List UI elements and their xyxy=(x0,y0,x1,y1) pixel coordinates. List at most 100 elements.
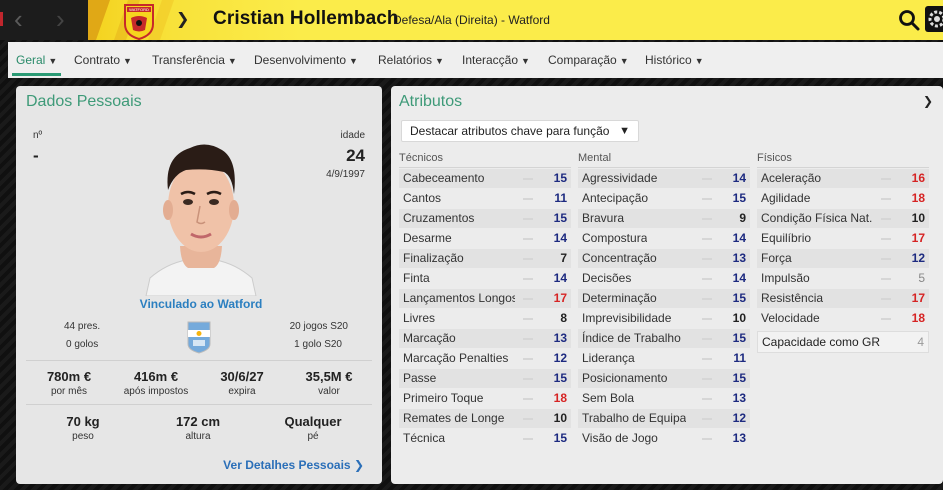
attribute-row[interactable]: Compostura 14 xyxy=(578,229,750,248)
tab-desenvolvimento[interactable]: Desenvolvimento ▼ xyxy=(254,42,358,78)
attribute-row[interactable]: Impulsão 5 xyxy=(757,269,929,288)
attribute-row[interactable]: Trabalho de Equipa 12 xyxy=(578,409,750,428)
attribute-change-indicator xyxy=(702,398,712,400)
attribute-name: Determinação xyxy=(582,291,657,305)
tab-comparacao[interactable]: Comparação ▼ xyxy=(548,42,629,78)
attribute-row[interactable]: Aceleração 16 xyxy=(757,169,929,188)
tab-interaccao[interactable]: Interacção ▼ xyxy=(462,42,530,78)
tab-historico[interactable]: Histórico ▼ xyxy=(645,42,704,78)
attribute-value: 15 xyxy=(732,291,746,305)
attribute-row[interactable]: Determinação 15 xyxy=(578,289,750,308)
attribute-change-indicator xyxy=(523,398,533,400)
settings-button[interactable] xyxy=(925,6,943,32)
tab-geral[interactable]: Geral ▼ xyxy=(11,42,62,78)
attribute-name: Decisões xyxy=(582,271,632,285)
attribute-row[interactable]: Resistência 17 xyxy=(757,289,929,308)
tab-transferencia[interactable]: Transferência ▼ xyxy=(152,42,237,78)
attribute-value: 11 xyxy=(554,191,567,205)
birth-date: 4/9/1997 xyxy=(326,169,365,180)
attribute-value: 10 xyxy=(911,211,925,225)
weight-label: peso xyxy=(72,431,94,442)
attribute-change-indicator xyxy=(523,218,533,220)
attribute-row[interactable]: Visão de Jogo 13 xyxy=(578,429,750,448)
chevron-down-icon: ▼ xyxy=(123,56,132,66)
attribute-change-indicator xyxy=(523,198,533,200)
wage-label: por mês xyxy=(50,386,88,397)
argentina-flag-icon[interactable] xyxy=(186,320,212,354)
attribute-row[interactable]: Finta 14 xyxy=(399,269,571,288)
column-heading-technical: Técnicos xyxy=(399,152,444,164)
attribute-value: 14 xyxy=(732,171,746,185)
attribute-name: Remates de Longe xyxy=(403,411,505,425)
attribute-row[interactable]: Cabeceamento 15 xyxy=(399,169,571,188)
attribute-change-indicator xyxy=(523,358,533,360)
tab-label: Transferência xyxy=(152,53,225,67)
back-arrow-icon[interactable]: ‹ xyxy=(14,6,38,32)
attribute-row[interactable]: Liderança 11 xyxy=(578,349,750,368)
attribute-row[interactable]: Força 12 xyxy=(757,249,929,268)
personal-details-panel: Dados Pessoais nº - idade 24 4/9/1997 Vi… xyxy=(16,86,382,484)
attribute-row[interactable]: Cruzamentos 15 xyxy=(399,209,571,228)
club-switch-chevron-icon[interactable]: ❯ xyxy=(176,9,189,29)
attribute-row[interactable]: Agilidade 18 xyxy=(757,189,929,208)
attribute-row[interactable]: Primeiro Toque 18 xyxy=(399,389,571,408)
chevron-down-icon: ▼ xyxy=(435,56,444,66)
attribute-value: 10 xyxy=(553,411,567,425)
tab-relatorios[interactable]: Relatórios ▼ xyxy=(378,42,444,78)
chevron-down-icon: ▼ xyxy=(619,56,629,66)
attribute-row[interactable]: Livres 8 xyxy=(399,309,571,328)
contract-club-link[interactable]: Vinculado ao Watford xyxy=(116,297,286,311)
attribute-row[interactable]: Equilíbrio 17 xyxy=(757,229,929,248)
attribute-row[interactable]: Condição Física Nat... 10 xyxy=(757,209,929,228)
tab-bar: Geral ▼ Contrato ▼ Transferência ▼ Desenvol… xyxy=(8,42,943,78)
attribute-change-indicator xyxy=(523,378,533,380)
attribute-value: 8 xyxy=(560,311,567,325)
attribute-name: Índice de Trabalho xyxy=(582,331,681,345)
attribute-row[interactable]: Posicionamento 15 xyxy=(578,369,750,388)
view-personal-details-link[interactable]: Ver Detalhes Pessoais ❯ xyxy=(223,458,364,472)
attribute-row[interactable]: Remates de Longe 10 xyxy=(399,409,571,428)
attribute-row[interactable]: Passe 15 xyxy=(399,369,571,388)
search-icon[interactable] xyxy=(897,8,921,32)
attribute-row[interactable]: Lançamentos Longos 17 xyxy=(399,289,571,308)
player-position-club[interactable]: Defesa/Ala (Direita) - Watford xyxy=(393,13,550,27)
attribute-row[interactable]: Marcação 13 xyxy=(399,329,571,348)
attribute-name: Desarme xyxy=(403,231,452,245)
attribute-name: Bravura xyxy=(582,211,625,225)
attribute-name: Equilíbrio xyxy=(761,231,812,245)
attribute-row[interactable]: Sem Bola 13 xyxy=(578,389,750,408)
attribute-change-indicator xyxy=(523,298,533,300)
attribute-row[interactable]: Imprevisibilidade 10 xyxy=(578,309,750,328)
chevron-down-icon: ▼ xyxy=(349,56,358,66)
attribute-row[interactable]: Desarme 14 xyxy=(399,229,571,248)
attribute-row[interactable]: Cantos 11 xyxy=(399,189,571,208)
attribute-row[interactable]: Velocidade 18 xyxy=(757,309,929,328)
goalkeeping-ability-row[interactable]: Capacidade como GR 4 xyxy=(757,331,929,353)
attribute-row[interactable]: Marcação Penalties 12 xyxy=(399,349,571,368)
attribute-change-indicator xyxy=(523,318,533,320)
attribute-change-indicator xyxy=(881,218,891,220)
attribute-change-indicator xyxy=(702,358,712,360)
attribute-change-indicator xyxy=(702,258,712,260)
attribute-row[interactable]: Concentração 13 xyxy=(578,249,750,268)
attribute-change-indicator xyxy=(702,218,712,220)
attribute-name: Velocidade xyxy=(761,311,820,325)
attribute-row[interactable]: Técnica 15 xyxy=(399,429,571,448)
attribute-row[interactable]: Finalização 7 xyxy=(399,249,571,268)
attribute-name: Cruzamentos xyxy=(403,211,475,225)
attribute-name: Aceleração xyxy=(761,171,822,185)
attribute-name: Agressividade xyxy=(582,171,658,185)
chevron-down-icon[interactable]: ❯ xyxy=(923,94,933,108)
attribute-row[interactable]: Antecipação 15 xyxy=(578,189,750,208)
attribute-row[interactable]: Índice de Trabalho 15 xyxy=(578,329,750,348)
attribute-row[interactable]: Bravura 9 xyxy=(578,209,750,228)
tab-contrato[interactable]: Contrato ▼ xyxy=(74,42,132,78)
divider xyxy=(578,167,750,168)
attribute-row[interactable]: Agressividade 14 xyxy=(578,169,750,188)
attribute-value: 15 xyxy=(732,191,746,205)
club-crest-icon[interactable]: WATFORD xyxy=(120,2,158,40)
highlight-role-dropdown[interactable]: Destacar atributos chave para função ▼ xyxy=(401,120,639,142)
attribute-row[interactable]: Decisões 14 xyxy=(578,269,750,288)
chevron-down-icon: ▼ xyxy=(694,56,704,66)
forward-arrow-icon[interactable]: › xyxy=(56,6,80,32)
